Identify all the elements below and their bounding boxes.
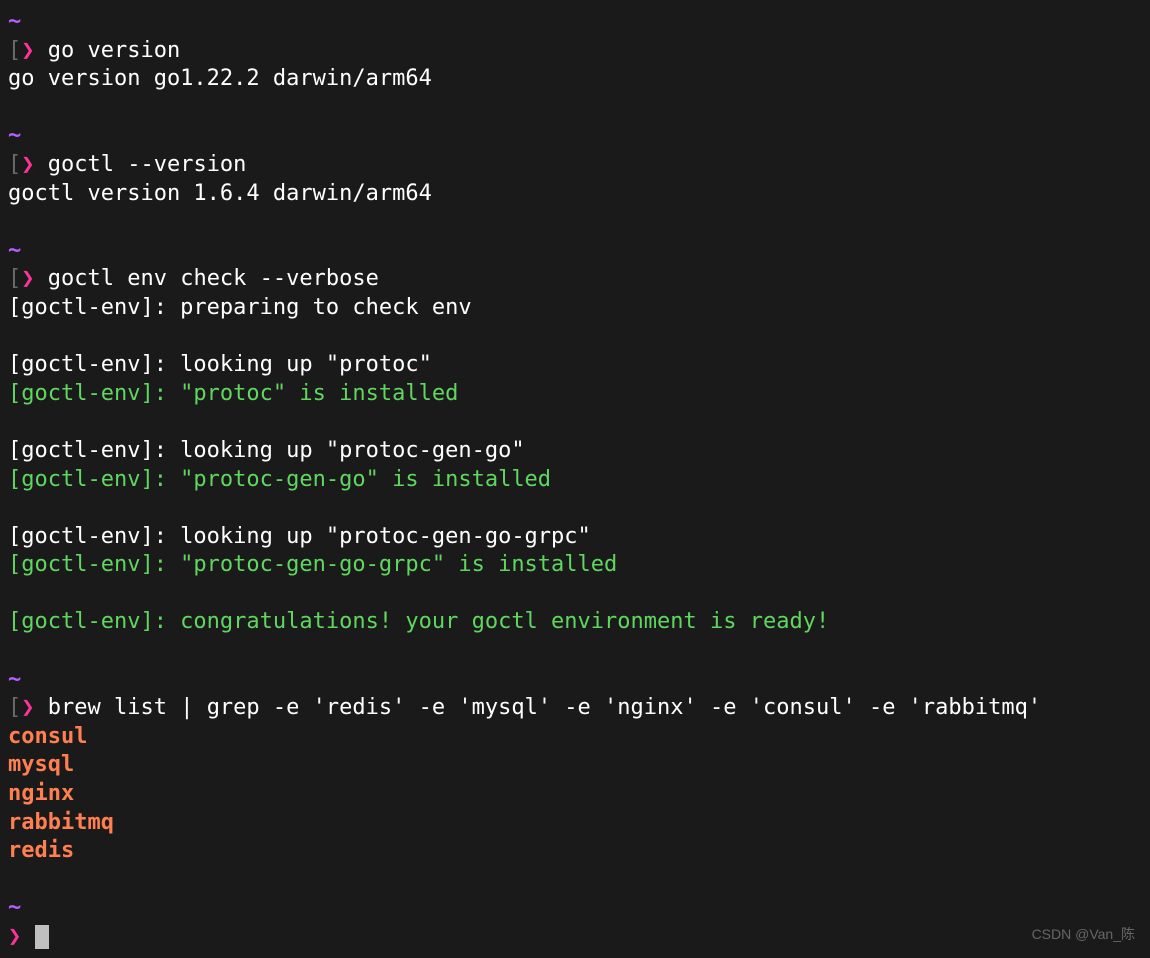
env-protoc-gen-go-installed: [goctl-env]: "protoc-gen-go" is installe…: [8, 466, 1142, 495]
env-protoc-installed: [goctl-env]: "protoc" is installed: [8, 380, 1142, 409]
prompt-icon: ❯: [21, 695, 34, 720]
tilde-marker: ~: [8, 238, 21, 263]
prompt-icon: ❯: [8, 924, 21, 949]
terminal-output[interactable]: ~ [❯ go version go version go1.22.2 darw…: [8, 8, 1142, 952]
brew-result-rabbitmq: rabbitmq: [8, 809, 1142, 838]
brew-result-nginx: nginx: [8, 780, 1142, 809]
tilde-marker: ~: [8, 9, 21, 34]
env-looking-protoc: [goctl-env]: looking up "protoc": [8, 351, 1142, 380]
tilde-marker: ~: [8, 667, 21, 692]
env-protoc-gen-go-grpc-installed: [goctl-env]: "protoc-gen-go-grpc" is ins…: [8, 551, 1142, 580]
command-brew-list: brew list | grep -e 'redis' -e 'mysql' -…: [48, 695, 1041, 720]
env-preparing: [goctl-env]: preparing to check env: [8, 294, 1142, 323]
prompt-icon: ❯: [21, 266, 34, 291]
command-goctl-env-check: goctl env check --verbose: [48, 266, 379, 291]
brew-result-mysql: mysql: [8, 751, 1142, 780]
output-goctl-version: goctl version 1.6.4 darwin/arm64: [8, 180, 1142, 209]
output-go-version: go version go1.22.2 darwin/arm64: [8, 65, 1142, 94]
command-go-version: go version: [48, 38, 180, 63]
tilde-marker: ~: [8, 895, 21, 920]
prompt-icon: ❯: [21, 38, 34, 63]
bracket: [: [8, 38, 21, 63]
command-goctl-version: goctl --version: [48, 152, 247, 177]
bracket: [: [8, 266, 21, 291]
brew-result-redis: redis: [8, 837, 1142, 866]
watermark: CSDN @Van_陈: [1032, 925, 1135, 943]
env-looking-protoc-gen-go-grpc: [goctl-env]: looking up "protoc-gen-go-g…: [8, 523, 1142, 552]
brew-result-consul: consul: [8, 723, 1142, 752]
bracket: [: [8, 152, 21, 177]
env-looking-protoc-gen-go: [goctl-env]: looking up "protoc-gen-go": [8, 437, 1142, 466]
bracket: [: [8, 695, 21, 720]
cursor[interactable]: [35, 925, 49, 949]
tilde-marker: ~: [8, 123, 21, 148]
prompt-icon: ❯: [21, 152, 34, 177]
env-congratulations: [goctl-env]: congratulations! your goctl…: [8, 608, 1142, 637]
